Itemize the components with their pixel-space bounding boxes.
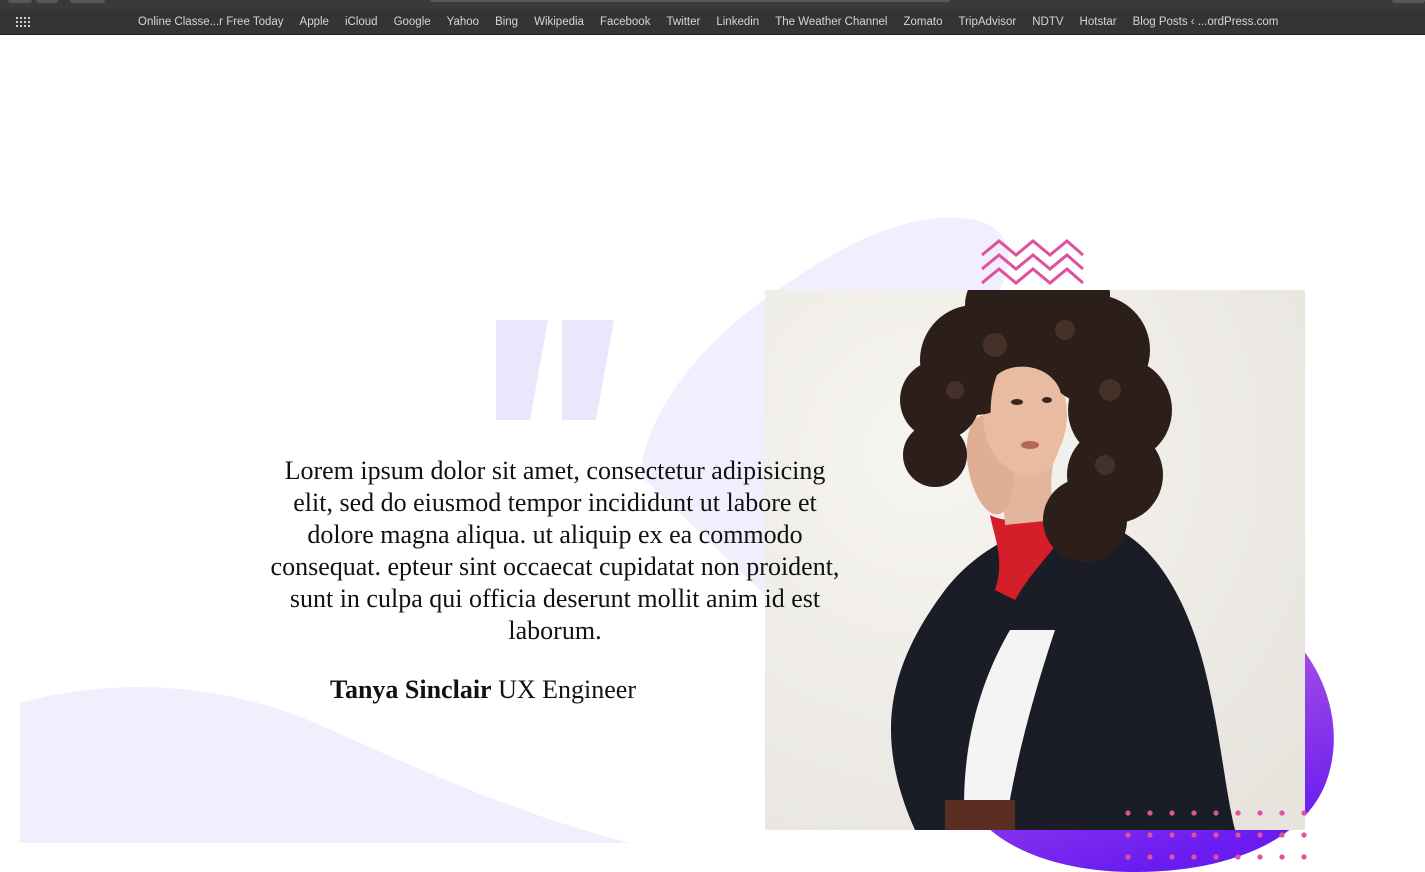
bookmarks-bar: Online Classe...r Free Today Apple iClou… — [0, 9, 1425, 35]
bookmark-twitter[interactable]: Twitter — [666, 16, 700, 28]
bookmark-yahoo[interactable]: Yahoo — [447, 16, 479, 28]
dot-pattern-icon — [1125, 810, 1307, 860]
bookmark-ndtv[interactable]: NDTV — [1032, 16, 1063, 28]
toolbar-button[interactable] — [1392, 0, 1425, 3]
bookmark-online-classes[interactable]: Online Classe...r Free Today — [138, 16, 284, 28]
bookmark-icloud[interactable]: iCloud — [345, 16, 378, 28]
zigzag-pattern-icon — [981, 239, 1084, 285]
bookmark-linkedin[interactable]: Linkedin — [716, 16, 759, 28]
quote-icon — [496, 320, 614, 420]
toolbar-button[interactable] — [70, 0, 105, 3]
author-role: UX Engineer — [498, 675, 636, 704]
bookmark-apple[interactable]: Apple — [300, 16, 329, 28]
bookmark-bing[interactable]: Bing — [495, 16, 518, 28]
bookmark-tripadvisor[interactable]: TripAdvisor — [959, 16, 1017, 28]
bookmark-google[interactable]: Google — [394, 16, 431, 28]
testimonial-quote: Lorem ipsum dolor sit amet, consectetur … — [270, 456, 840, 645]
window-control[interactable] — [36, 0, 58, 3]
testimonial-author: Tanya Sinclair UX Engineer — [330, 675, 636, 705]
author-name: Tanya Sinclair — [330, 675, 492, 704]
browser-tab-strip — [0, 0, 1425, 9]
bookmark-hotstar[interactable]: Hotstar — [1080, 16, 1117, 28]
address-bar[interactable] — [430, 0, 950, 2]
bookmark-weather-channel[interactable]: The Weather Channel — [775, 16, 887, 28]
light-wave-shape — [20, 687, 630, 843]
testimonial-section: Lorem ipsum dolor sit amet, consectetur … — [0, 35, 1425, 872]
bookmark-zomato[interactable]: Zomato — [904, 16, 943, 28]
profile-photo — [765, 290, 1305, 830]
bookmark-facebook[interactable]: Facebook — [600, 16, 651, 28]
bookmark-wikipedia[interactable]: Wikipedia — [534, 16, 584, 28]
window-control[interactable] — [8, 0, 32, 3]
bookmark-blog-posts[interactable]: Blog Posts ‹ ...ordPress.com — [1133, 16, 1279, 28]
apps-grid-icon[interactable] — [16, 16, 30, 27]
